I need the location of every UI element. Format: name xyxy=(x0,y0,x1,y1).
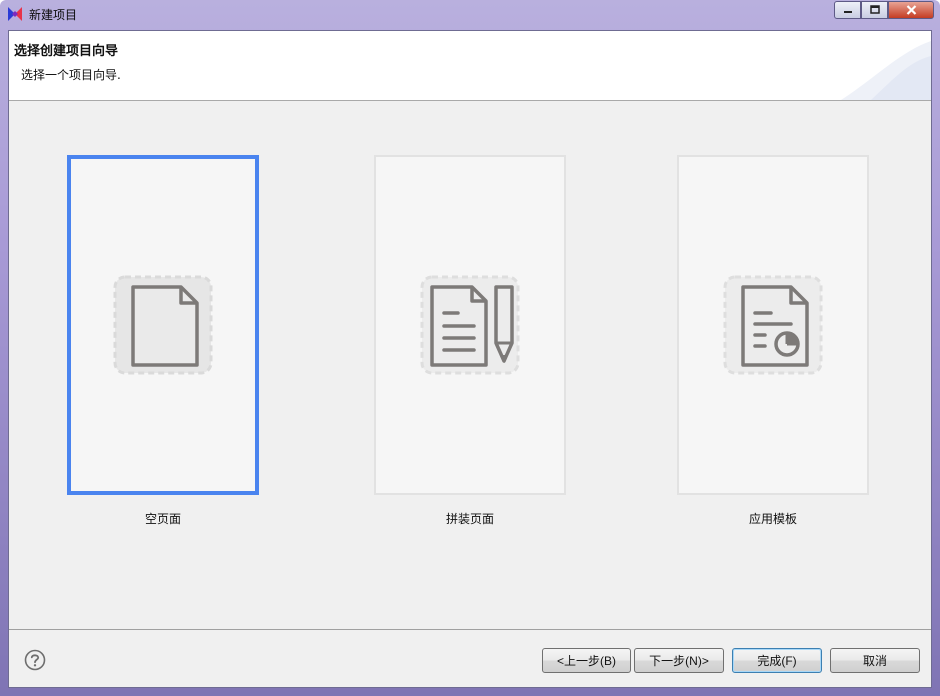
close-icon xyxy=(906,5,916,15)
template-report-icon xyxy=(723,275,823,375)
wizard-cards: 空页面 拼装页面 应用模板 xyxy=(9,101,931,629)
card-app-template[interactable]: 应用模板 xyxy=(677,155,869,526)
minimize-icon xyxy=(843,11,852,13)
header-decoration xyxy=(841,41,931,100)
dialog-body: 选择创建项目向导 选择一个项目向导. 空页面 拼装页面 应用模板 <上一步(B)… xyxy=(8,30,932,688)
dialog-window: 新建项目 选择创建项目向导 选择一个项目向导. 空页面 拼装页面 应用模板 <上… xyxy=(0,0,940,696)
card-label: 应用模板 xyxy=(748,512,797,526)
finish-button[interactable]: 完成(F) xyxy=(732,648,822,673)
title-bar[interactable]: 新建项目 xyxy=(0,0,940,28)
close-button[interactable] xyxy=(888,1,934,19)
wizard-header: 选择创建项目向导 选择一个项目向导. xyxy=(9,31,931,101)
page-description: 选择一个项目向导. xyxy=(21,68,121,82)
next-button[interactable]: 下一步(N)> xyxy=(634,648,724,673)
help-icon[interactable] xyxy=(24,649,46,671)
maximize-icon xyxy=(869,5,880,14)
card-label: 空页面 xyxy=(144,512,181,526)
cancel-button[interactable]: 取消 xyxy=(830,648,920,673)
minimize-button[interactable] xyxy=(834,1,861,19)
window-controls xyxy=(834,1,934,19)
maximize-button[interactable] xyxy=(861,1,888,19)
window-title: 新建项目 xyxy=(29,8,78,22)
back-button[interactable]: <上一步(B) xyxy=(542,648,631,673)
card-label: 拼装页面 xyxy=(445,512,494,526)
footer-divider xyxy=(9,629,931,630)
card-assemble-page[interactable]: 拼装页面 xyxy=(374,155,566,526)
card-blank-page[interactable]: 空页面 xyxy=(67,155,259,526)
app-logo-icon xyxy=(8,7,22,21)
page-with-pencil-icon xyxy=(420,275,520,375)
blank-page-icon xyxy=(113,275,213,375)
page-title: 选择创建项目向导 xyxy=(14,44,119,59)
